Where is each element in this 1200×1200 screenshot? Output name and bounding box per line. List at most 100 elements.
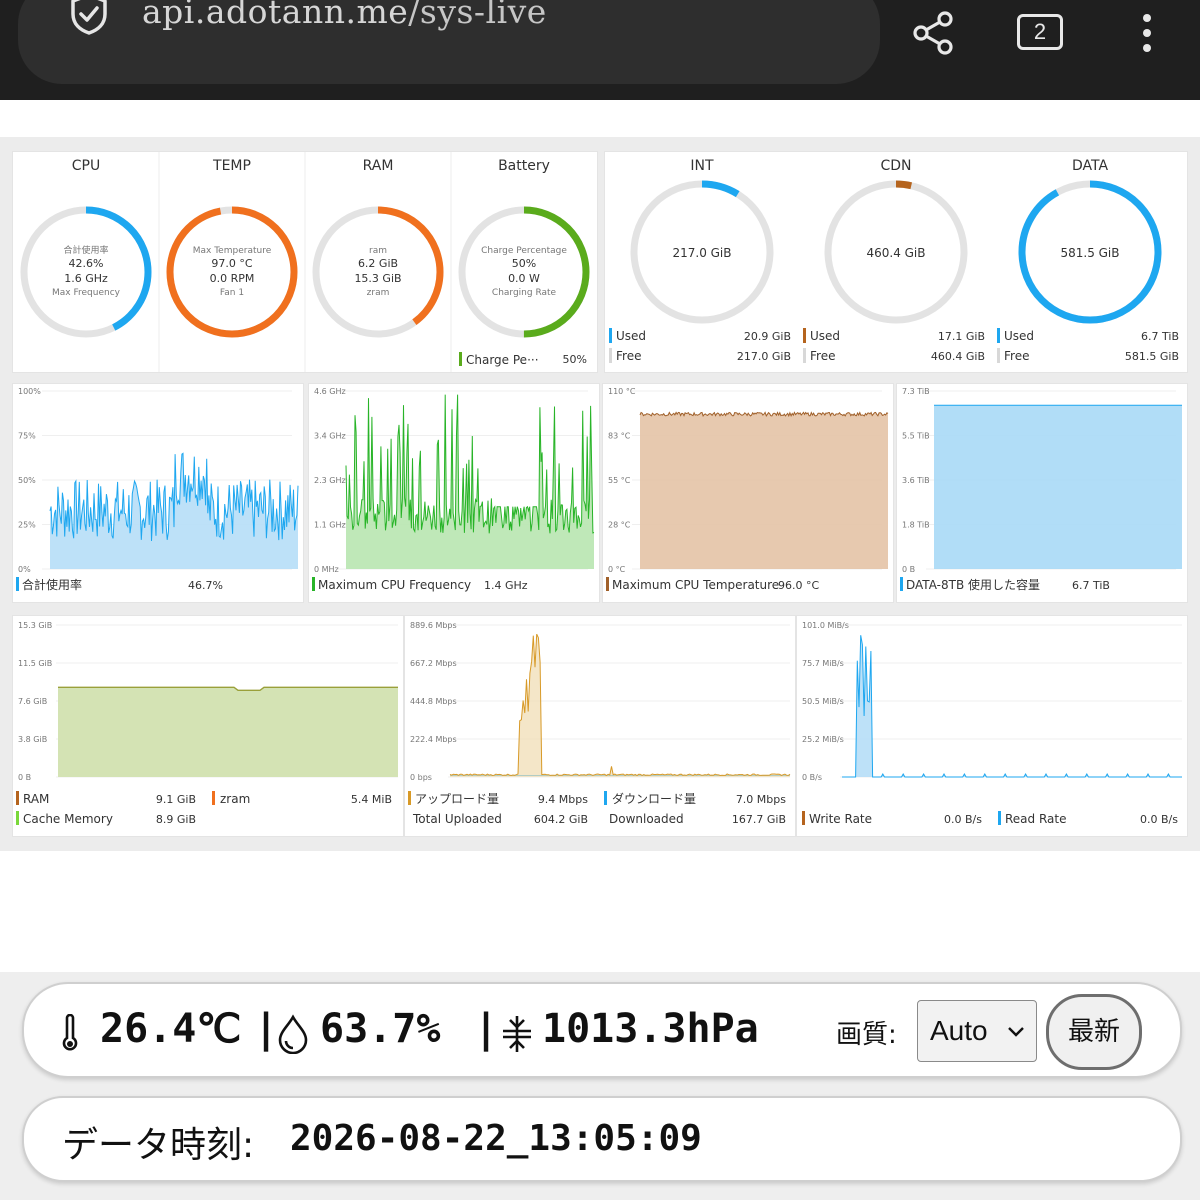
data-legend-value: 581.5 GiB — [1125, 350, 1179, 363]
row1-chart-1-ytick: 2.3 GHz — [314, 476, 346, 485]
row2-chart-1-legend-value: 7.0 Mbps — [736, 793, 786, 806]
row1-chart-3-ytick: 3.6 TiB — [902, 476, 930, 485]
battery-gauge-line: Charging Rate — [492, 288, 557, 298]
system-gauges: CPU 合計使用率42.6% 1.6 GHz Max Frequency TEMP Max… — [20, 152, 590, 372]
row2-chart-1-legend-label: アップロード量 — [415, 792, 499, 806]
row1-chart-3-area — [934, 405, 1182, 569]
row1-chart-2-ytick: 28 °C — [608, 521, 631, 530]
row1-chart-3-ytick: 1.8 TiB — [902, 521, 930, 530]
battery-gauge-title: Battery — [498, 158, 550, 174]
row2-chart-1-upload-line — [449, 633, 791, 777]
shield-check-icon[interactable] — [68, 0, 110, 36]
reload-button[interactable]: 最新 — [1046, 994, 1142, 1070]
row2-chart-2-legend-swatch — [998, 811, 1001, 825]
disk-gauges-panel: INT 217.0 GiB Used 20.9 GiB Free 217.0 GiB CDN… — [604, 151, 1188, 373]
row2-chart-0-legend-value: 9.1 GiB — [156, 793, 196, 806]
row1-chart-2-ytick: 83 °C — [608, 432, 631, 441]
separator: | — [474, 1006, 499, 1052]
row1-chart-0-ytick: 25% — [18, 521, 36, 530]
row1-chart-1-ytick: 0 MHz — [314, 565, 339, 574]
row1-chart-2-ytick: 55 °C — [608, 476, 631, 485]
row1-chart-1-ytick: 4.6 GHz — [314, 387, 346, 396]
ram-gauge-line: ram — [369, 246, 387, 256]
cpu-gauge-title: CPU — [72, 158, 100, 174]
pressure-icon — [503, 1016, 531, 1052]
battery-legend-swatch — [459, 352, 462, 366]
separator: | — [254, 1006, 279, 1052]
row2-chart-0-ytick: 0 B — [18, 773, 31, 782]
url-path: /sys-live — [408, 0, 547, 31]
cpu-gauge-line: 1.6 GHz — [64, 272, 108, 285]
quality-select[interactable]: Auto — [917, 1000, 1037, 1062]
battery-legend-label: Charge Pe··· — [466, 353, 539, 367]
row2-chart-1-upload-area — [450, 634, 790, 777]
row2-chart-1-legend-label: ダウンロード量 — [612, 791, 696, 806]
row1-chart-1-legend-swatch — [312, 577, 315, 591]
cdn-legend-label: Free — [810, 349, 835, 363]
cdn-gauge-title: CDN — [880, 158, 911, 174]
row2-chart-1-ytick: 0 bps — [410, 773, 432, 782]
cpu-gauge-line: 42.6% — [69, 257, 104, 270]
tab-switcher-button[interactable]: 2 — [1017, 14, 1063, 50]
row2-chart-0-legend-label: RAM — [23, 792, 49, 806]
share-icon[interactable] — [910, 10, 956, 56]
row2-chart-2-ytick: 25.2 MiB/s — [802, 735, 844, 744]
url-text[interactable]: api.adotann.me/sys-live — [142, 0, 547, 31]
cpu-gauge-line: Max Frequency — [52, 288, 121, 298]
quality-label: 画質: — [836, 1020, 897, 1050]
temperature-value: 26.4℃ — [100, 1006, 242, 1052]
row1-chart-3-legend-value: 6.7 TiB — [1072, 579, 1110, 592]
row1-chart-0-ytick: 100% — [18, 387, 41, 396]
row2-chart-0-ytick: 15.3 GiB — [18, 621, 52, 630]
address-bar[interactable]: api.adotann.me/sys-live — [18, 0, 880, 84]
url-host: api.adotann.me — [142, 0, 409, 31]
data-legend-swatch — [997, 348, 1000, 363]
row1-chart-3-ytick: 0 B — [902, 565, 915, 574]
data-legend-label: Used — [1004, 329, 1034, 343]
disk-gauges: INT 217.0 GiB Used 20.9 GiB Free 217.0 GiB CDN… — [609, 158, 1179, 363]
row2-chart-2-ytick: 0 B/s — [802, 773, 822, 782]
data-legend-swatch — [997, 328, 1000, 343]
int-legend-label: Free — [616, 349, 641, 363]
data-gauge-title: DATA — [1072, 158, 1108, 174]
cdn-legend-swatch — [803, 348, 806, 363]
row2-chart-2-ytick: 101.0 MiB/s — [802, 621, 849, 630]
int-legend-label: Used — [616, 329, 646, 343]
row1-charts: 100% 75% 50% 25% 0% 合計使用率 46.7% 4.6 GHz 3.4 GHz 2… — [16, 387, 1182, 592]
int-legend-swatch — [609, 328, 612, 343]
row2-chart-1-ytick: 222.4 Mbps — [410, 735, 457, 744]
row1-chart-2-legend-label: Maximum CPU Temperature — [612, 578, 779, 592]
row1-chart-0-ytick: 75% — [18, 432, 36, 441]
row1-chart-3-legend-label: DATA-8TB 使用した容量 — [906, 577, 1040, 592]
dashboard: CPU 合計使用率 42.6% 1.6 GHz Max Frequency TEMP Max… — [0, 137, 1200, 851]
ram-gauge-title: RAM — [363, 158, 394, 174]
row1-chart-2-area — [640, 412, 888, 569]
row2-chart-2-legend-value: 0.0 B/s — [944, 813, 982, 826]
row1-chart-0-legend-swatch — [16, 577, 19, 591]
system-gauges-panel: CPU 合計使用率 42.6% 1.6 GHz Max Frequency TEMP Max… — [12, 151, 598, 373]
battery-legend: Charge Pe··· — [459, 352, 539, 367]
cdn-legend-swatch — [803, 328, 806, 343]
ram-gauge-line: 6.2 GiB — [358, 257, 398, 270]
row1-chart-2-ytick: 0 °C — [608, 565, 626, 574]
more-vert-icon[interactable] — [1132, 10, 1162, 56]
row1-chart-0-ytick: 0% — [18, 565, 31, 574]
row2-chart-1-legend-value: 167.7 GiB — [732, 813, 786, 826]
battery-gauge-line: Charge Percentage — [481, 246, 567, 256]
battery-legend-value: 50% — [562, 353, 587, 366]
row2-chart-0-legend-value: 5.4 MiB — [351, 793, 392, 806]
humidity-value: 63.7% — [320, 1006, 441, 1052]
row2-chart-2-legend-label: Read Rate — [1005, 812, 1066, 826]
row2-chart-0-ytick: 7.6 GiB — [18, 697, 47, 706]
row2-chart-2-read-area — [842, 635, 1182, 777]
row1-chart-1-ytick: 1.1 GHz — [314, 521, 346, 530]
row2-chart-1-ytick: 667.2 Mbps — [410, 659, 457, 668]
ram-gauge-line: 15.3 GiB — [354, 272, 401, 285]
row2-chart-2-legend-value: 0.0 B/s — [1140, 813, 1178, 826]
row1-chart-2-legend-value: 96.0 °C — [778, 579, 819, 592]
int-legend-swatch — [609, 348, 612, 363]
int-gauge-center: 217.0 GiB — [672, 246, 731, 260]
cdn-legend-label: Used — [810, 329, 840, 343]
row2-chart-0-ytick: 3.8 GiB — [18, 735, 47, 744]
humidity-icon — [278, 1014, 308, 1054]
